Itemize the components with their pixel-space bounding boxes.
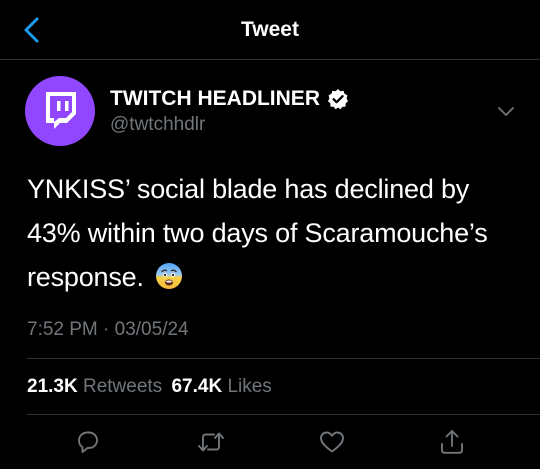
chevron-down-icon <box>498 107 514 116</box>
twitch-logo-icon <box>46 92 76 129</box>
like-button[interactable] <box>316 426 348 458</box>
likes-count: 67.4K <box>171 376 223 397</box>
top-bar: Tweet <box>0 0 540 60</box>
fearful-face-emoji <box>155 259 183 289</box>
more-options-button[interactable] <box>492 100 520 124</box>
reply-icon <box>78 431 98 453</box>
tweet-timestamp[interactable]: 7:52 PM · 03/05/24 <box>27 319 189 341</box>
tweet-detail-screen: Tweet TWITCH HEADLINER @twtchhdlr YNKISS… <box>0 0 540 469</box>
tweet-stats: 21.3K Retweets 67.4K Likes <box>27 376 272 398</box>
tweet-text: YNKISS’ social blade has declined by 43%… <box>27 167 517 299</box>
likes-stat[interactable]: 67.4K Likes <box>171 376 271 397</box>
page-title: Tweet <box>241 18 299 41</box>
avatar[interactable] <box>25 76 95 146</box>
tweet-body: YNKISS’ social blade has declined by 43%… <box>27 174 488 292</box>
retweets-count: 21.3K <box>27 376 78 397</box>
author-handle[interactable]: @twtchhdlr <box>110 114 205 136</box>
divider <box>27 358 540 359</box>
author-display-name: TWITCH HEADLINER <box>110 87 320 110</box>
heart-icon <box>320 431 344 453</box>
tweet-action-bar <box>0 426 540 458</box>
likes-label: Likes <box>227 376 272 397</box>
retweets-stat[interactable]: 21.3K Retweets <box>27 376 167 397</box>
retweets-label: Retweets <box>82 376 163 397</box>
reply-button[interactable] <box>72 426 104 458</box>
author-name[interactable]: TWITCH HEADLINER <box>110 87 349 111</box>
divider <box>27 414 540 415</box>
verified-badge-icon <box>327 89 348 110</box>
retweet-icon <box>198 432 224 452</box>
share-icon <box>441 430 463 454</box>
share-button[interactable] <box>436 426 468 458</box>
retweet-button[interactable] <box>195 426 227 458</box>
